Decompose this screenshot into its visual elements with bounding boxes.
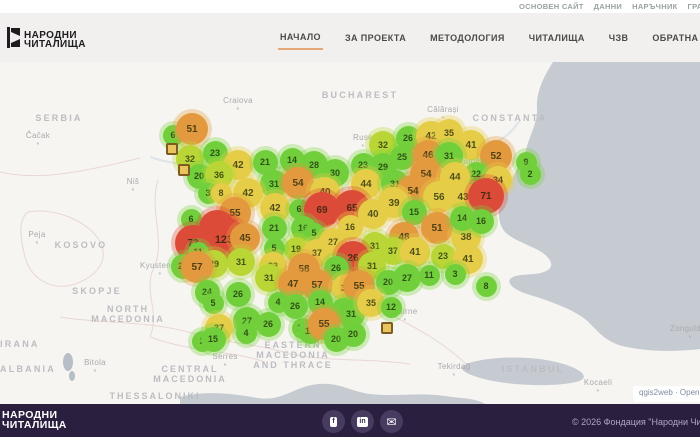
footer-social-links: f in ✉ xyxy=(322,410,403,433)
site-logo[interactable]: НАРОДНИ ЧИТАЛИЩА xyxy=(7,27,86,53)
top-link[interactable]: ДАННИ xyxy=(594,2,622,11)
linkedin-glyph: in xyxy=(357,417,368,427)
map-cluster[interactable]: 51 xyxy=(421,212,453,244)
cluster-map[interactable]: SERBIAČačakNišCraiovaBUCHARESTCălărașiCO… xyxy=(0,62,700,404)
facebook-glyph: f xyxy=(330,417,337,427)
map-point-marker[interactable] xyxy=(166,143,178,155)
top-utility-links: ОСНОВЕН САЙТ ДАННИ НАРЪЧНИК ГРАНТ xyxy=(519,2,700,11)
top-utility-bar: ОСНОВЕН САЙТ ДАННИ НАРЪЧНИК ГРАНТ xyxy=(0,0,700,13)
map-cluster[interactable]: 2 xyxy=(520,164,541,185)
sea-of-marmara xyxy=(462,357,584,385)
footer-logo[interactable]: НАРОДНИ ЧИТАЛИЩА xyxy=(2,411,67,430)
map-attribution[interactable]: qgis2web · OpenLayers xyxy=(633,386,700,402)
page: ОСНОВЕН САЙТ ДАННИ НАРЪЧНИК ГРАНТ НАРОДНИ Ч… xyxy=(0,0,700,437)
lake xyxy=(63,353,73,371)
nav-menu: НАЧАЛО ЗА ПРОЕКТА МЕТОДОЛОГИЯ ЧИТАЛИЩА ЧЗВ ОБ… xyxy=(278,13,698,62)
map-cluster[interactable]: 26 xyxy=(226,282,251,307)
footer-logo-line2: ЧИТАЛИЩА xyxy=(2,421,67,431)
email-icon[interactable]: ✉ xyxy=(380,410,403,433)
map-cluster[interactable]: 12 xyxy=(381,297,402,318)
map-cluster[interactable]: 57 xyxy=(181,251,213,283)
nav-item[interactable]: МЕТОДОЛОГИЯ xyxy=(428,27,507,49)
map-cluster[interactable]: 71 xyxy=(468,178,504,214)
lake xyxy=(69,371,75,381)
map-point-marker[interactable] xyxy=(381,322,393,334)
top-link[interactable]: ГРАНТ xyxy=(688,2,700,11)
nav-item[interactable]: ОБРАТНА ВРЪЗКА xyxy=(650,27,700,49)
nav-item[interactable]: ЗА ПРОЕКТА xyxy=(343,27,408,49)
footer: НАРОДНИ ЧИТАЛИЩА f in ✉ © 2026 Фондация "Н… xyxy=(0,404,700,437)
map-cluster[interactable]: 51 xyxy=(176,113,208,145)
main-navbar: НАРОДНИ ЧИТАЛИЩА НАЧАЛО ЗА ПРОЕКТА МЕТОДОЛ… xyxy=(0,13,700,62)
map-cluster[interactable]: 15 xyxy=(201,327,226,352)
map-cluster[interactable]: 8 xyxy=(476,276,497,297)
nav-item[interactable]: ЧИТАЛИЩА xyxy=(527,27,587,49)
linkedin-icon[interactable]: in xyxy=(351,410,374,433)
map-cluster[interactable]: 31 xyxy=(227,248,255,276)
aegean-sea xyxy=(180,384,485,404)
map-cluster[interactable]: 41 xyxy=(400,237,430,267)
map-cluster[interactable]: 16 xyxy=(469,209,494,234)
facebook-icon[interactable]: f xyxy=(322,410,345,433)
nav-item[interactable]: НАЧАЛО xyxy=(278,26,323,50)
map-cluster[interactable]: 11 xyxy=(419,265,440,286)
logo-text: НАРОДНИ ЧИТАЛИЩА xyxy=(24,31,86,49)
map-point-marker[interactable] xyxy=(178,164,190,176)
email-glyph: ✉ xyxy=(386,416,396,428)
map-cluster[interactable]: 26 xyxy=(283,294,308,319)
map-cluster[interactable]: 4 xyxy=(236,323,257,344)
logo-icon xyxy=(7,27,20,53)
nav-item[interactable]: ЧЗВ xyxy=(607,27,631,49)
top-link[interactable]: ОСНОВЕН САЙТ xyxy=(519,2,584,11)
map-cluster[interactable]: 16 xyxy=(338,215,363,240)
top-link[interactable]: НАРЪЧНИК xyxy=(632,2,677,11)
black-sea xyxy=(499,62,700,351)
map-cluster[interactable]: 27 xyxy=(393,264,421,292)
map-cluster[interactable]: 3 xyxy=(445,264,466,285)
map-cluster[interactable]: 21 xyxy=(262,216,287,241)
footer-copyright: © 2026 Фондация "Народни Читалища" xyxy=(572,417,700,427)
logo-line2: ЧИТАЛИЩА xyxy=(24,40,86,49)
map-cluster[interactable]: 5 xyxy=(203,293,224,314)
map-cluster[interactable]: 20 xyxy=(341,322,366,347)
